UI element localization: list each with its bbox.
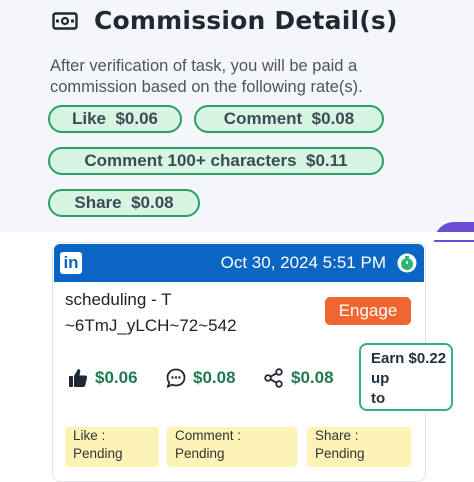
- status-label: Share :: [315, 428, 359, 443]
- rate-pill-comment-100: Comment 100+ characters $0.11: [48, 147, 384, 175]
- rate-value: $0.08: [311, 109, 355, 128]
- linkedin-icon: in: [60, 252, 82, 274]
- share-value: $0.08: [291, 368, 334, 387]
- status-label: Comment :: [175, 428, 242, 443]
- thumbs-up-icon: [69, 369, 88, 387]
- rate-value: $0.06: [115, 109, 159, 128]
- section-divider: [0, 232, 474, 240]
- status-state: Pending: [175, 446, 225, 461]
- status-label: Like :: [73, 428, 106, 443]
- rate-label: Share: [74, 193, 122, 212]
- commission-title-row: Commission Detail(s): [52, 6, 398, 35]
- like-stat: $0.06: [67, 367, 138, 389]
- rate-pill-share: Share $0.08: [48, 189, 200, 217]
- post-text-line: scheduling - T: [65, 290, 172, 309]
- rate-value: $0.08: [131, 193, 174, 212]
- status-state: Pending: [73, 446, 123, 461]
- commission-title: Commission Detail(s): [94, 6, 398, 35]
- money-icon: [52, 11, 78, 30]
- task-date: Oct 30, 2024 5:51 PM: [220, 253, 386, 272]
- post-text-line: ~6TmJ_yLCH~72~542: [65, 316, 237, 335]
- timer-icon: [397, 253, 417, 273]
- rate-pill-like: Like $0.06: [48, 105, 182, 133]
- earn-line: up: [371, 370, 390, 387]
- earn-line: Earn $0.22: [371, 350, 447, 367]
- rate-value: $0.11: [305, 151, 348, 170]
- like-value: $0.06: [95, 368, 138, 387]
- share-icon: [264, 368, 283, 388]
- earn-line: to: [371, 390, 386, 407]
- share-status: Share : Pending: [307, 427, 411, 467]
- earn-box: Earn $0.22 up to: [359, 343, 453, 411]
- comment-icon: [166, 368, 186, 389]
- task-card: in Oct 30, 2024 5:51 PM scheduling - T ~…: [52, 242, 453, 482]
- comment-status: Comment : Pending: [167, 427, 297, 467]
- like-status: Like : Pending: [65, 427, 159, 467]
- comment-stat: $0.08: [165, 367, 236, 389]
- rate-label: Comment: [223, 109, 303, 128]
- engage-button[interactable]: Engage: [325, 297, 411, 325]
- rate-pill-comment: Comment $0.08: [194, 105, 384, 133]
- task-card-header: in Oct 30, 2024 5:51 PM: [54, 244, 424, 282]
- commission-panel: Commission Detail(s) After verification …: [0, 0, 474, 232]
- status-state: Pending: [315, 446, 365, 461]
- comment-value: $0.08: [193, 368, 236, 387]
- share-stat: $0.08: [263, 367, 334, 389]
- rate-label: Like: [71, 109, 107, 128]
- rate-label: Comment 100+ characters: [84, 151, 297, 170]
- post-text: scheduling - T ~6TmJ_yLCH~72~542: [65, 287, 295, 339]
- commission-description: After verification of task, you will be …: [50, 57, 363, 96]
